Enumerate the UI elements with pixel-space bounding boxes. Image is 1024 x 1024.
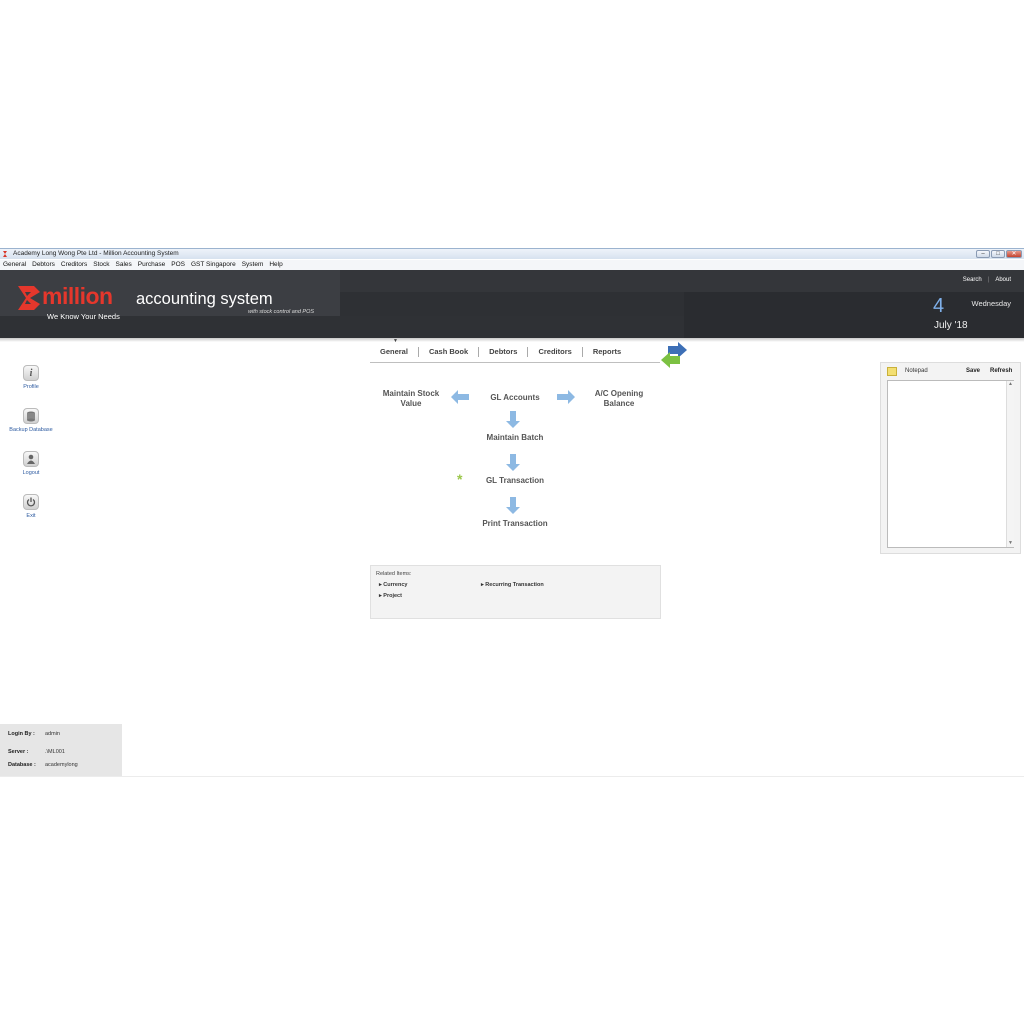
sidebar-item-profile[interactable]: i Profile [0, 365, 62, 390]
menu-system[interactable]: System [242, 260, 264, 270]
sidebar-item-backup-database[interactable]: Backup Database [0, 408, 62, 433]
product-subtitle: with stock control and POS [248, 309, 315, 315]
sidebar-label-logout: Logout [22, 470, 40, 476]
related-item-recurring-transaction[interactable]: ▸ Recurring Transaction [481, 582, 544, 588]
star-icon: * [457, 471, 463, 487]
tab-cash-book[interactable]: Cash Book [419, 347, 480, 357]
notepad-save-button[interactable]: Save [966, 368, 980, 374]
sidebar-label-exit: Exit [26, 513, 36, 519]
sidebar-item-logout[interactable]: Logout [0, 451, 62, 476]
tab-reports[interactable]: Reports [583, 347, 631, 357]
brand-tagline: We Know Your Needs [47, 312, 120, 321]
maintain-stock-value-link[interactable]: Maintain Stock Value [376, 389, 446, 409]
sidebar-label-profile: Profile [23, 384, 39, 390]
arrow-down-icon [506, 454, 520, 471]
ac-opening-balance-link[interactable]: A/C Opening Balance [584, 389, 654, 409]
notepad-panel: Notepad Save Refresh ▲ ▼ [880, 362, 1021, 554]
close-button[interactable]: ✕ [1006, 250, 1022, 258]
search-link[interactable]: Search [963, 277, 982, 283]
related-items-panel: Related Items: ▸ Currency ▸ Recurring Tr… [370, 565, 661, 619]
product-title: accounting system [136, 290, 273, 308]
menu-gst-singapore[interactable]: GST Singapore [191, 260, 236, 270]
related-item-currency[interactable]: ▸ Currency [379, 582, 407, 588]
notepad-scrollbar[interactable]: ▲ ▼ [1006, 381, 1014, 547]
tab-creditors[interactable]: Creditors [528, 347, 583, 357]
date-day-number: 4 [933, 295, 945, 317]
brand-name: million [42, 283, 113, 309]
menu-bar: General Debtors Creditors Stock Sales Pu… [0, 260, 1024, 270]
menu-pos[interactable]: POS [171, 260, 185, 270]
database-value: academylong [45, 762, 78, 768]
sidebar-label-backup-database: Backup Database [9, 427, 53, 433]
print-transaction-link[interactable]: Print Transaction [466, 519, 564, 528]
header-banner: million We Know Your Needs accounting sy… [0, 270, 1024, 338]
app-logo-icon [3, 251, 7, 257]
login-label: Login By : [8, 731, 35, 737]
server-label: Server : [8, 749, 29, 755]
arrow-down-icon [506, 411, 520, 428]
session-status-panel: Login By : admin Server : .\ML001 Databa… [0, 724, 122, 776]
menu-stock[interactable]: Stock [93, 260, 109, 270]
notepad-refresh-button[interactable]: Refresh [990, 368, 1012, 374]
module-tabs: General Cash Book Debtors Creditors Repo… [370, 342, 660, 363]
power-icon [23, 494, 39, 510]
about-link[interactable]: About [995, 277, 1011, 283]
server-value: .\ML001 [45, 749, 65, 755]
menu-sales[interactable]: Sales [116, 260, 132, 270]
arrow-left-icon [451, 390, 469, 404]
million-logo-icon [18, 286, 40, 310]
related-items-heading: Related Items: [376, 571, 412, 577]
notepad-textarea[interactable] [887, 380, 1014, 548]
related-item-project[interactable]: ▸ Project [379, 593, 402, 599]
info-icon: i [23, 365, 39, 381]
minimize-button[interactable]: – [976, 250, 990, 258]
user-icon [23, 451, 39, 467]
gl-accounts-link[interactable]: GL Accounts [480, 393, 550, 402]
maintain-batch-link[interactable]: Maintain Batch [470, 433, 560, 442]
window-title: Academy Long Wong Pte Ltd - Million Acco… [13, 250, 179, 257]
menu-general[interactable]: General [3, 260, 26, 270]
title-bar: Academy Long Wong Pte Ltd - Million Acco… [0, 249, 1024, 259]
gl-transaction-link[interactable]: GL Transaction [470, 476, 560, 485]
navigation-arrows-icon[interactable] [660, 342, 688, 368]
menu-purchase[interactable]: Purchase [138, 260, 165, 270]
tab-general[interactable]: General [370, 347, 419, 357]
database-icon [23, 408, 39, 424]
notepad-title: Notepad [905, 368, 928, 374]
maximize-button[interactable]: □ [991, 250, 1005, 258]
database-label: Database : [8, 762, 36, 768]
login-value: admin [45, 731, 60, 737]
date-month-year: July '18 [934, 320, 968, 331]
menu-help[interactable]: Help [269, 260, 282, 270]
notepad-icon [887, 367, 897, 376]
date-weekday: Wednesday [971, 299, 1011, 308]
sidebar-item-exit[interactable]: Exit [0, 494, 62, 519]
menu-debtors[interactable]: Debtors [32, 260, 55, 270]
arrow-down-icon [506, 497, 520, 514]
arrow-right-icon [557, 390, 575, 404]
application-window: Academy Long Wong Pte Ltd - Million Acco… [0, 248, 1024, 777]
tab-debtors[interactable]: Debtors [479, 347, 529, 357]
menu-creditors[interactable]: Creditors [61, 260, 87, 270]
